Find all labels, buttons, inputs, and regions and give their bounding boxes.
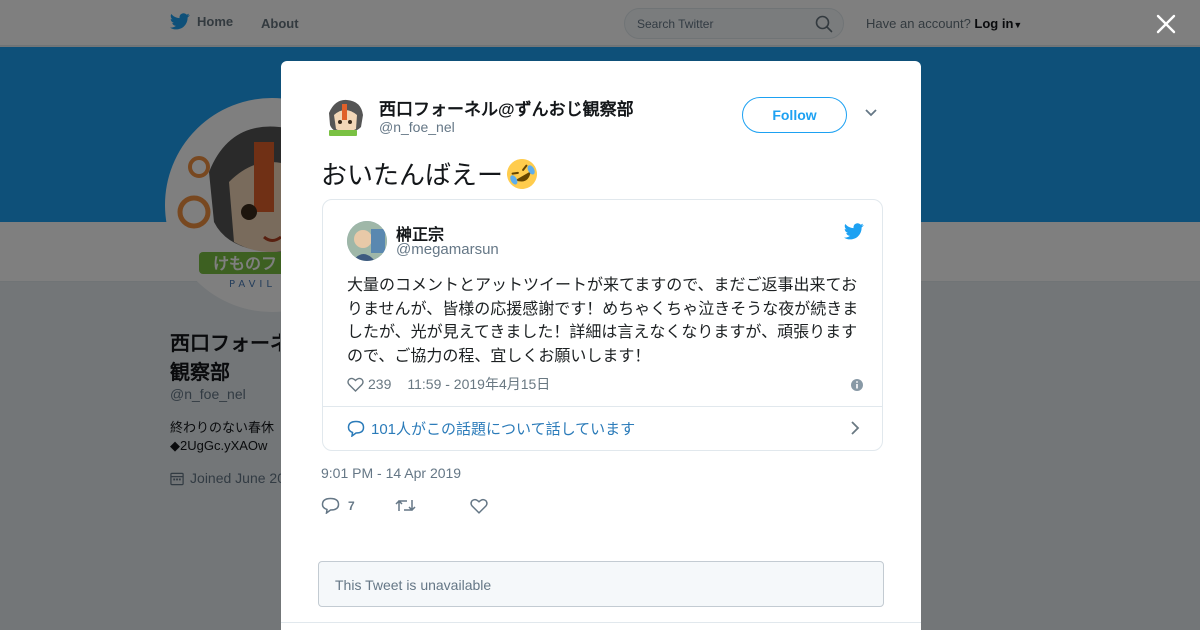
speech-bubble-icon xyxy=(347,420,365,437)
conversation-link[interactable]: 101人がこの話題について話しています xyxy=(347,418,635,439)
author-avatar[interactable] xyxy=(321,95,369,143)
quoted-tweet[interactable]: 榊正宗 @megamarsun 大量のコメントとアットツイートが来てますので、ま… xyxy=(322,199,883,451)
retweet-icon xyxy=(395,499,416,512)
quoted-tweet-time[interactable]: 11:59 - 2019年4月15日 xyxy=(407,374,550,394)
twitter-bird-icon[interactable] xyxy=(844,223,864,240)
heart-icon xyxy=(470,498,488,514)
author-handle[interactable]: @n_foe_nel xyxy=(379,119,455,135)
unavailable-tweet-notice: This Tweet is unavailable xyxy=(318,561,884,607)
retweet-button[interactable] xyxy=(395,498,424,513)
tweet-text: おいたんばえー xyxy=(321,155,539,192)
reply-count: 7 xyxy=(348,498,355,513)
divider xyxy=(323,406,882,407)
quoted-tweet-meta: 239 11:59 - 2019年4月15日 xyxy=(347,374,550,394)
follow-button[interactable]: Follow xyxy=(742,97,847,133)
quoted-author-avatar[interactable] xyxy=(347,221,387,261)
tweet-modal: 西口フォーネル@ずんおじ観察部 @n_foe_nel Follow おいたんばえ… xyxy=(281,61,921,630)
tweet-timestamp[interactable]: 9:01 PM - 14 Apr 2019 xyxy=(321,465,461,481)
unavailable-tweet-text: This Tweet is unavailable xyxy=(335,577,492,593)
quoted-tweet-text: 大量のコメントとアットツイートが来てますので、まだご返事出来ておりませんが、皆様… xyxy=(347,277,859,365)
chevron-down-icon[interactable] xyxy=(864,108,878,118)
reply-button[interactable]: 7 xyxy=(321,497,355,514)
like-button[interactable] xyxy=(470,498,496,514)
conversation-text: 101人がこの話題について話しています xyxy=(371,421,636,438)
rolling-on-floor-laughing-emoji-icon xyxy=(507,158,538,189)
chevron-right-icon[interactable] xyxy=(850,420,860,436)
tweet-actions: 7 xyxy=(321,497,542,514)
quoted-author-handle[interactable]: @megamarsun xyxy=(396,241,499,258)
tweet-text-content: おいたんばえー xyxy=(321,160,504,190)
heart-icon[interactable] xyxy=(347,377,364,392)
info-icon[interactable] xyxy=(850,378,864,392)
author-name[interactable]: 西口フォーネル@ずんおじ観察部 xyxy=(379,95,634,120)
reply-icon xyxy=(321,497,340,514)
divider xyxy=(281,622,921,623)
quoted-like-count[interactable]: 239 xyxy=(368,376,391,392)
close-icon[interactable] xyxy=(1156,14,1176,34)
